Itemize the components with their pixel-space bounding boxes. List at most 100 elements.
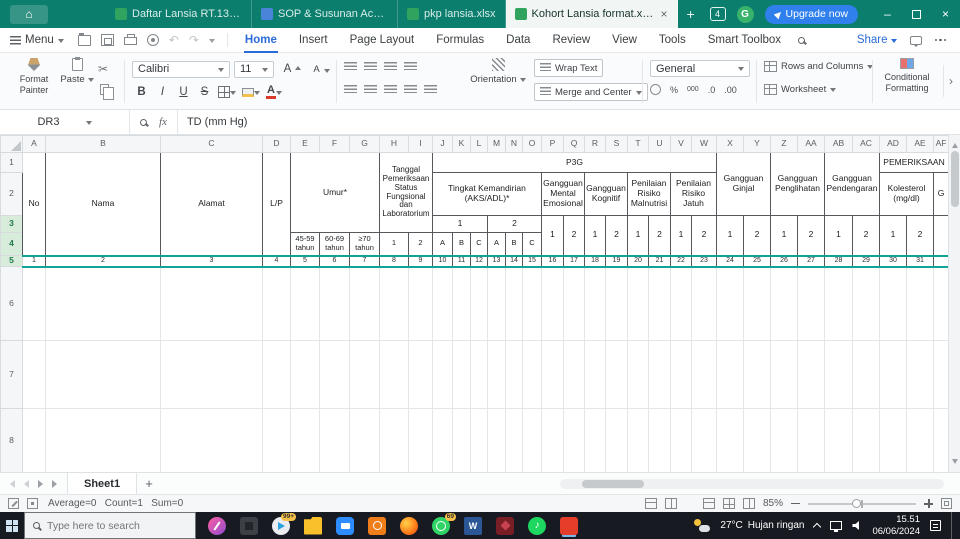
row-header-5[interactable]: 5	[0, 255, 23, 267]
more-options-icon[interactable]	[934, 38, 946, 42]
numbering-cell-16[interactable]: 16	[541, 254, 564, 268]
grid-cell[interactable]	[262, 340, 291, 409]
numbering-cell-7[interactable]: 7	[349, 254, 380, 268]
tab-tools[interactable]: Tools	[648, 28, 697, 53]
umur-45-59-cell[interactable]: 45-59 tahun	[290, 232, 320, 256]
numbering-cell-1[interactable]: 1	[22, 254, 46, 268]
numbering-cell-6[interactable]: 6	[319, 254, 350, 268]
game-app-icon[interactable]	[496, 516, 514, 535]
copy-button[interactable]	[100, 84, 114, 100]
weather-temp[interactable]: 27°C	[720, 520, 742, 531]
align-top-icon[interactable]	[344, 62, 357, 72]
ginjal-1-cell[interactable]: 1	[716, 215, 744, 256]
grid-cell[interactable]	[487, 266, 506, 341]
column-header-M[interactable]: M	[487, 135, 506, 153]
column-header-Y[interactable]: Y	[743, 135, 771, 153]
grid-cell[interactable]	[824, 408, 853, 472]
chart-tools-icon[interactable]	[664, 498, 677, 509]
column-header-AA[interactable]: AA	[797, 135, 825, 153]
zoom-in-icon[interactable]	[924, 499, 933, 508]
grid-cell[interactable]	[852, 408, 880, 472]
grid-cell[interactable]	[432, 408, 453, 472]
grid-cell[interactable]	[45, 408, 161, 472]
row-header-1[interactable]: 1	[0, 152, 23, 173]
wrap-text-button[interactable]: Wrap Text	[534, 59, 604, 77]
grid-cell[interactable]	[563, 340, 585, 409]
cut-button[interactable]: ✂	[98, 63, 108, 75]
column-header-V[interactable]: V	[670, 135, 692, 153]
grid-cell[interactable]	[627, 408, 649, 472]
numbering-cell-19[interactable]: 19	[605, 254, 628, 268]
numbering-cell-26[interactable]: 26	[770, 254, 798, 268]
close-button[interactable]: ×	[931, 0, 960, 28]
grid-cell[interactable]	[522, 408, 542, 472]
column-header-B[interactable]: B	[45, 135, 161, 153]
grid-cell[interactable]	[160, 408, 263, 472]
borders-button[interactable]	[216, 83, 238, 101]
grid-cell[interactable]	[379, 340, 409, 409]
column-header-P[interactable]: P	[541, 135, 564, 153]
header-gangguan-kognitif[interactable]: Gangguan Kognitif	[584, 172, 628, 216]
indent-increase-icon[interactable]	[424, 85, 437, 95]
spotify-icon[interactable]: ♪	[528, 516, 546, 535]
number-format-select[interactable]: General	[650, 60, 750, 77]
zoom-slider[interactable]	[808, 498, 916, 508]
normal-view-icon[interactable]	[702, 498, 715, 509]
grid-cell[interactable]	[906, 408, 934, 472]
grid-cell[interactable]	[906, 266, 934, 341]
header-kolesterol[interactable]: Kolesterol (mg/dl)	[879, 172, 934, 216]
horizontal-scrollbar[interactable]	[560, 479, 944, 489]
numbering-cell-2[interactable]: 2	[45, 254, 161, 268]
zoom-percent[interactable]: 85%	[763, 498, 783, 509]
font-name-select[interactable]: Calibri	[132, 60, 230, 78]
percent-icon[interactable]: %	[670, 85, 678, 95]
file-explorer-icon[interactable]	[304, 516, 322, 535]
pendengaran-1-cell[interactable]: 1	[824, 215, 853, 256]
grid-cell[interactable]	[627, 340, 649, 409]
grid-cell[interactable]	[22, 340, 46, 409]
jatuh-2-cell[interactable]: 2	[691, 215, 717, 256]
column-header-AF[interactable]: AF	[933, 135, 948, 153]
numbering-cell-3[interactable]: 3	[160, 254, 263, 268]
grid-cell[interactable]	[879, 340, 907, 409]
numbering-cell-11[interactable]: 11	[452, 254, 471, 268]
align-bottom-icon[interactable]	[384, 62, 397, 72]
merge-and-center-button[interactable]: Merge and Center	[534, 83, 648, 101]
redo-icon[interactable]: ↷	[189, 34, 199, 46]
grid-cell[interactable]	[605, 408, 628, 472]
row-header-3[interactable]: 3	[0, 215, 23, 233]
numbering-cell-17[interactable]: 17	[563, 254, 585, 268]
column-header-AB[interactable]: AB	[824, 135, 853, 153]
column-header-O[interactable]: O	[522, 135, 542, 153]
malnutrisi-2-cell[interactable]: 2	[648, 215, 671, 256]
grid-cell[interactable]	[584, 266, 606, 341]
grid-cell[interactable]	[262, 266, 291, 341]
hidden-icons-chevron[interactable]	[813, 522, 822, 532]
last-sheet-icon[interactable]	[52, 479, 57, 488]
column-header-F[interactable]: F	[319, 135, 350, 153]
aks2-b-cell[interactable]: B	[505, 232, 523, 256]
grid-cell[interactable]	[770, 266, 798, 341]
tab-review[interactable]: Review	[541, 28, 601, 53]
fullscreen-icon[interactable]	[941, 498, 952, 509]
grid-cell[interactable]	[379, 408, 409, 472]
grid-cell[interactable]	[452, 340, 471, 409]
currency-icon[interactable]	[650, 84, 661, 95]
header-gangguan-penglihatan[interactable]: Gangguan Penglihatan	[770, 152, 825, 216]
header-risiko-malnutrisi[interactable]: Penilaian Risiko Malnutrisi	[627, 172, 671, 216]
umur-70-cell[interactable]: ≥70 tahun	[349, 232, 380, 256]
grid-cell[interactable]	[670, 266, 692, 341]
grid-cell[interactable]	[408, 408, 433, 472]
share-button[interactable]: Share	[857, 34, 897, 46]
search-icon[interactable]	[798, 36, 806, 44]
whatsapp-icon[interactable]: 69	[432, 512, 456, 535]
tab-insert[interactable]: Insert	[288, 28, 339, 53]
aks-1-cell[interactable]: 1	[432, 215, 488, 233]
scroll-up-icon[interactable]	[952, 140, 958, 148]
grid-cell[interactable]	[319, 266, 350, 341]
cell-mode-icon[interactable]	[8, 498, 19, 509]
grow-font-button[interactable]: A	[278, 60, 303, 78]
messenger-app-icon[interactable]: 99+	[272, 512, 296, 535]
row-header-8[interactable]: 8	[0, 408, 23, 472]
numbering-cell-27[interactable]: 27	[797, 254, 825, 268]
